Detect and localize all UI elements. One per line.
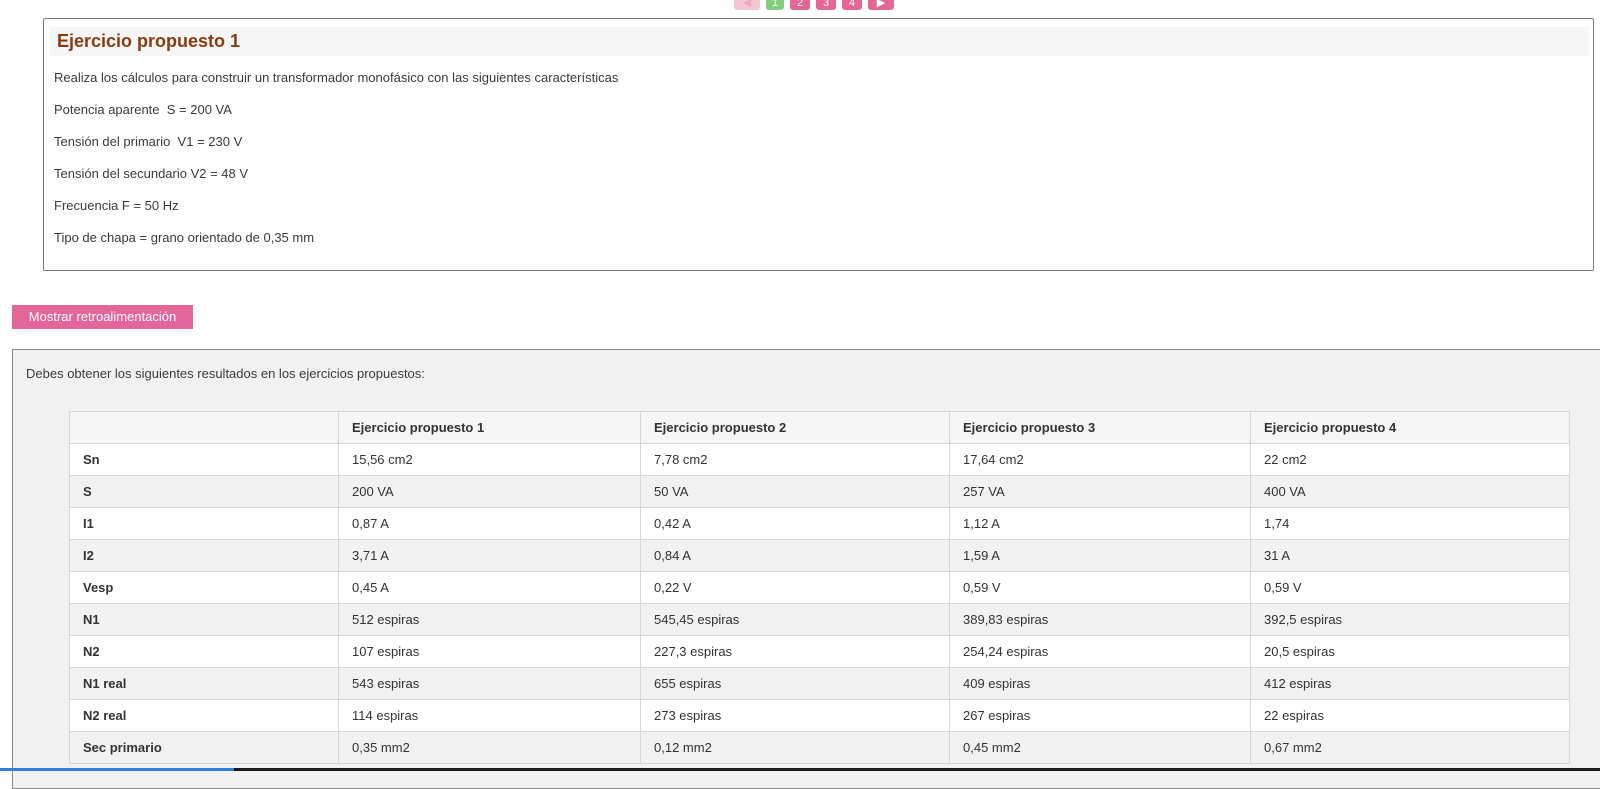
table-cell: 0,59 V [1250, 571, 1570, 604]
exercise-box: Ejercicio propuesto 1 Realiza los cálcul… [43, 18, 1594, 271]
table-cell: 114 espiras [338, 699, 641, 732]
table-row: N1 512 espiras 545,45 espiras 389,83 esp… [69, 603, 1570, 636]
page-4-button[interactable]: 4 [842, 0, 862, 10]
table-row: I1 0,87 A 0,42 A 1,12 A 1,74 [69, 507, 1570, 540]
table-cell: 31 A [1250, 539, 1570, 572]
table-cell: 655 espiras [640, 667, 950, 700]
table-cell: 107 espiras [338, 635, 641, 668]
show-feedback-button[interactable]: Mostrar retroalimentación [12, 305, 193, 329]
table-cell: 1,59 A [949, 539, 1251, 572]
row-label: S [69, 475, 339, 508]
pagination: ◀ 1 2 3 4 ▶ [734, 0, 894, 10]
table-cell: 7,78 cm2 [640, 443, 950, 476]
table-header-cell: Ejercicio propuesto 4 [1250, 411, 1570, 444]
row-label: N1 [69, 603, 339, 636]
table-cell: 512 espiras [338, 603, 641, 636]
table-cell: 412 espiras [1250, 667, 1570, 700]
row-label: Sec primario [69, 731, 339, 764]
row-label: I1 [69, 507, 339, 540]
table-cell: 257 VA [949, 475, 1251, 508]
table-cell: 20,5 espiras [1250, 635, 1570, 668]
table-cell: 0,42 A [640, 507, 950, 540]
table-cell: 254,24 espiras [949, 635, 1251, 668]
row-label: N2 [69, 635, 339, 668]
table-cell: 17,64 cm2 [949, 443, 1251, 476]
feedback-panel: Debes obtener los siguientes resultados … [12, 349, 1600, 789]
table-cell: 50 VA [640, 475, 950, 508]
page-3-button[interactable]: 3 [816, 0, 836, 10]
table-cell: 22 cm2 [1250, 443, 1570, 476]
exercise-statement: Realiza los cálculos para construir un t… [54, 70, 619, 85]
table-row: Vesp 0,45 A 0,22 V 0,59 V 0,59 V [69, 571, 1570, 604]
exercise-line-sheet-type: Tipo de chapa = grano orientado de 0,35 … [54, 230, 315, 245]
table-row: Sec primario 0,35 mm2 0,12 mm2 0,45 mm2 … [69, 731, 1570, 764]
table-cell: 0,22 V [640, 571, 950, 604]
table-cell: 273 espiras [640, 699, 950, 732]
table-cell: 409 espiras [949, 667, 1251, 700]
page-1-button[interactable]: 1 [766, 0, 784, 10]
table-cell: 400 VA [1250, 475, 1570, 508]
table-cell: 0,84 A [640, 539, 950, 572]
next-page-button[interactable]: ▶ [868, 0, 894, 10]
table-row: N2 real 114 espiras 273 espiras 267 espi… [69, 699, 1570, 732]
table-cell: 22 espiras [1250, 699, 1570, 732]
table-cell: 0,45 mm2 [949, 731, 1251, 764]
exercise-line-frequency: Frecuencia F = 50 Hz [54, 198, 179, 213]
table-cell: 0,67 mm2 [1250, 731, 1570, 764]
table-cell: 1,12 A [949, 507, 1251, 540]
chevron-right-icon: ▶ [876, 0, 886, 9]
table-cell: 0,35 mm2 [338, 731, 641, 764]
page-2-button[interactable]: 2 [790, 0, 810, 10]
table-cell: 0,12 mm2 [640, 731, 950, 764]
table-cell: 3,71 A [338, 539, 641, 572]
exercise-line-power: Potencia aparente S = 200 VA [54, 102, 232, 117]
table-cell: 392,5 espiras [1250, 603, 1570, 636]
table-cell: 227,3 espiras [640, 635, 950, 668]
table-header-cell: Ejercicio propuesto 2 [640, 411, 950, 444]
table-cell: 545,45 espiras [640, 603, 950, 636]
table-row: S 200 VA 50 VA 257 VA 400 VA [69, 475, 1570, 508]
exercise-line-secondary-voltage: Tensión del secundario V2 = 48 V [54, 166, 249, 181]
table-cell: 15,56 cm2 [338, 443, 641, 476]
table-header-cell: Ejercicio propuesto 1 [338, 411, 641, 444]
table-row: N2 107 espiras 227,3 espiras 254,24 espi… [69, 635, 1570, 668]
chevron-left-icon: ◀ [742, 0, 752, 9]
table-header-cell [69, 411, 339, 444]
table-header-row: Ejercicio propuesto 1 Ejercicio propuest… [69, 411, 1570, 444]
row-label: Sn [69, 443, 339, 476]
table-cell: 389,83 espiras [949, 603, 1251, 636]
table-row: I2 3,71 A 0,84 A 1,59 A 31 A [69, 539, 1570, 572]
table-cell: 543 espiras [338, 667, 641, 700]
table-cell: 1,74 [1250, 507, 1570, 540]
exercise-title: Ejercicio propuesto 1 [50, 27, 1589, 56]
row-label: I2 [69, 539, 339, 572]
table-cell: 267 espiras [949, 699, 1251, 732]
table-cell: 0,59 V [949, 571, 1251, 604]
row-label: N1 real [69, 667, 339, 700]
row-label: N2 real [69, 699, 339, 732]
previous-page-button[interactable]: ◀ [734, 0, 760, 10]
row-label: Vesp [69, 571, 339, 604]
exercise-line-primary-voltage: Tensión del primario V1 = 230 V [54, 134, 243, 149]
table-header-cell: Ejercicio propuesto 3 [949, 411, 1251, 444]
table-cell: 200 VA [338, 475, 641, 508]
feedback-intro: Debes obtener los siguientes resultados … [26, 366, 425, 381]
table-cell: 0,87 A [338, 507, 641, 540]
table-row: N1 real 543 espiras 655 espiras 409 espi… [69, 667, 1570, 700]
table-cell: 0,45 A [338, 571, 641, 604]
results-table: Ejercicio propuesto 1 Ejercicio propuest… [69, 411, 1570, 764]
table-row: Sn 15,56 cm2 7,78 cm2 17,64 cm2 22 cm2 [69, 443, 1570, 476]
